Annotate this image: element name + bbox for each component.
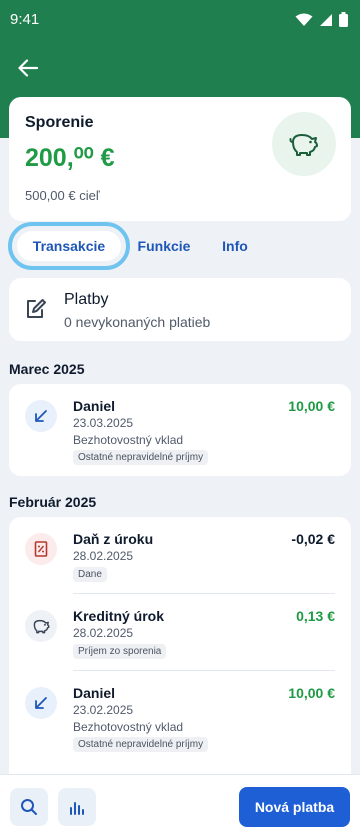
tab-transakcie[interactable]: Transakcie [8, 222, 130, 270]
search-icon [21, 799, 37, 815]
payments-card[interactable]: Platby 0 nevykonaných platieb [9, 278, 351, 341]
transaction-name: Daniel [73, 398, 116, 414]
tab-info[interactable]: Info [211, 231, 259, 261]
bar-chart-icon [70, 802, 84, 815]
transaction-category-badge: Ostatné nepravidelné príjmy [73, 737, 209, 752]
arrow-incoming-icon [35, 697, 47, 709]
edit-icon [27, 299, 46, 318]
transaction-amount: 10,00 € [288, 398, 335, 414]
transaction-amount: 10,00 € [288, 685, 335, 701]
search-button[interactable] [10, 788, 48, 826]
battery-icon [339, 12, 348, 27]
divider [73, 670, 335, 671]
transaction-row[interactable]: Daň z úroku 28.02.2025 Dane -0,02 € [9, 521, 351, 597]
month-header: Marec 2025 [9, 361, 85, 377]
account-icon-circle [272, 112, 336, 176]
status-icons [295, 12, 348, 27]
status-bar: 9:41 [0, 0, 360, 40]
account-goal: 500,00 € cieľ [25, 188, 100, 203]
transaction-list: Daniel 23.03.2025 Bezhotovostný vklad Os… [9, 384, 351, 476]
transaction-amount: 0,13 € [296, 608, 335, 624]
payments-title: Platby [64, 291, 109, 308]
tab-funkcie[interactable]: Funkcie [131, 231, 197, 261]
transaction-icon-circle [25, 400, 57, 432]
wifi-icon [295, 13, 313, 26]
tax-document-icon [34, 541, 48, 557]
transaction-icon-circle [25, 610, 57, 642]
transaction-icon-circle [25, 687, 57, 719]
transaction-date: 23.02.2025 [73, 703, 134, 717]
transaction-category-badge: Ostatné nepravidelné príjmy [73, 450, 209, 465]
transaction-name: Daň z úroku [73, 531, 154, 547]
piggy-bank-icon [289, 134, 318, 156]
account-card: Sporenie 200,⁰⁰ € 500,00 € cieľ [9, 97, 351, 221]
transaction-date: 28.02.2025 [73, 549, 134, 563]
arrow-back-icon [18, 59, 38, 77]
transaction-date: 28.02.2025 [73, 626, 134, 640]
month-header: Február 2025 [9, 494, 97, 510]
new-payment-button[interactable]: Nová platba [239, 787, 350, 827]
transaction-category-badge: Dane [73, 567, 107, 582]
statistics-button[interactable] [58, 788, 96, 826]
arrow-incoming-icon [35, 410, 47, 422]
transaction-name: Daniel [73, 685, 116, 701]
transaction-category-badge: Príjem zo sporenia [73, 644, 167, 659]
transaction-name: Kreditný úrok [73, 608, 165, 624]
divider [73, 593, 335, 594]
transaction-icon-circle [25, 533, 57, 565]
transaction-row[interactable]: Daniel 23.03.2025 Bezhotovostný vklad Os… [9, 388, 351, 465]
cellular-signal-icon [320, 13, 332, 26]
account-name: Sporenie [25, 114, 94, 131]
transaction-row[interactable]: Daniel 23.02.2025 Bezhotovostný vklad Os… [9, 675, 351, 767]
payments-subtitle: 0 nevykonaných platieb [64, 314, 211, 330]
transaction-amount: -0,02 € [291, 531, 335, 547]
back-button[interactable] [14, 54, 42, 82]
transaction-type: Bezhotovostný vklad [73, 433, 184, 447]
account-balance: 200,⁰⁰ € [25, 144, 115, 172]
transaction-date: 23.03.2025 [73, 416, 134, 430]
transaction-row[interactable]: Kreditný úrok 28.02.2025 Príjem zo spore… [9, 598, 351, 674]
transaction-list: Daň z úroku 28.02.2025 Dane -0,02 € Kred… [9, 517, 351, 774]
transaction-type: Bezhotovostný vklad [73, 720, 184, 734]
piggy-bank-icon [33, 619, 50, 634]
status-time: 9:41 [10, 11, 40, 28]
bottom-action-bar: Nová platba [0, 774, 360, 833]
